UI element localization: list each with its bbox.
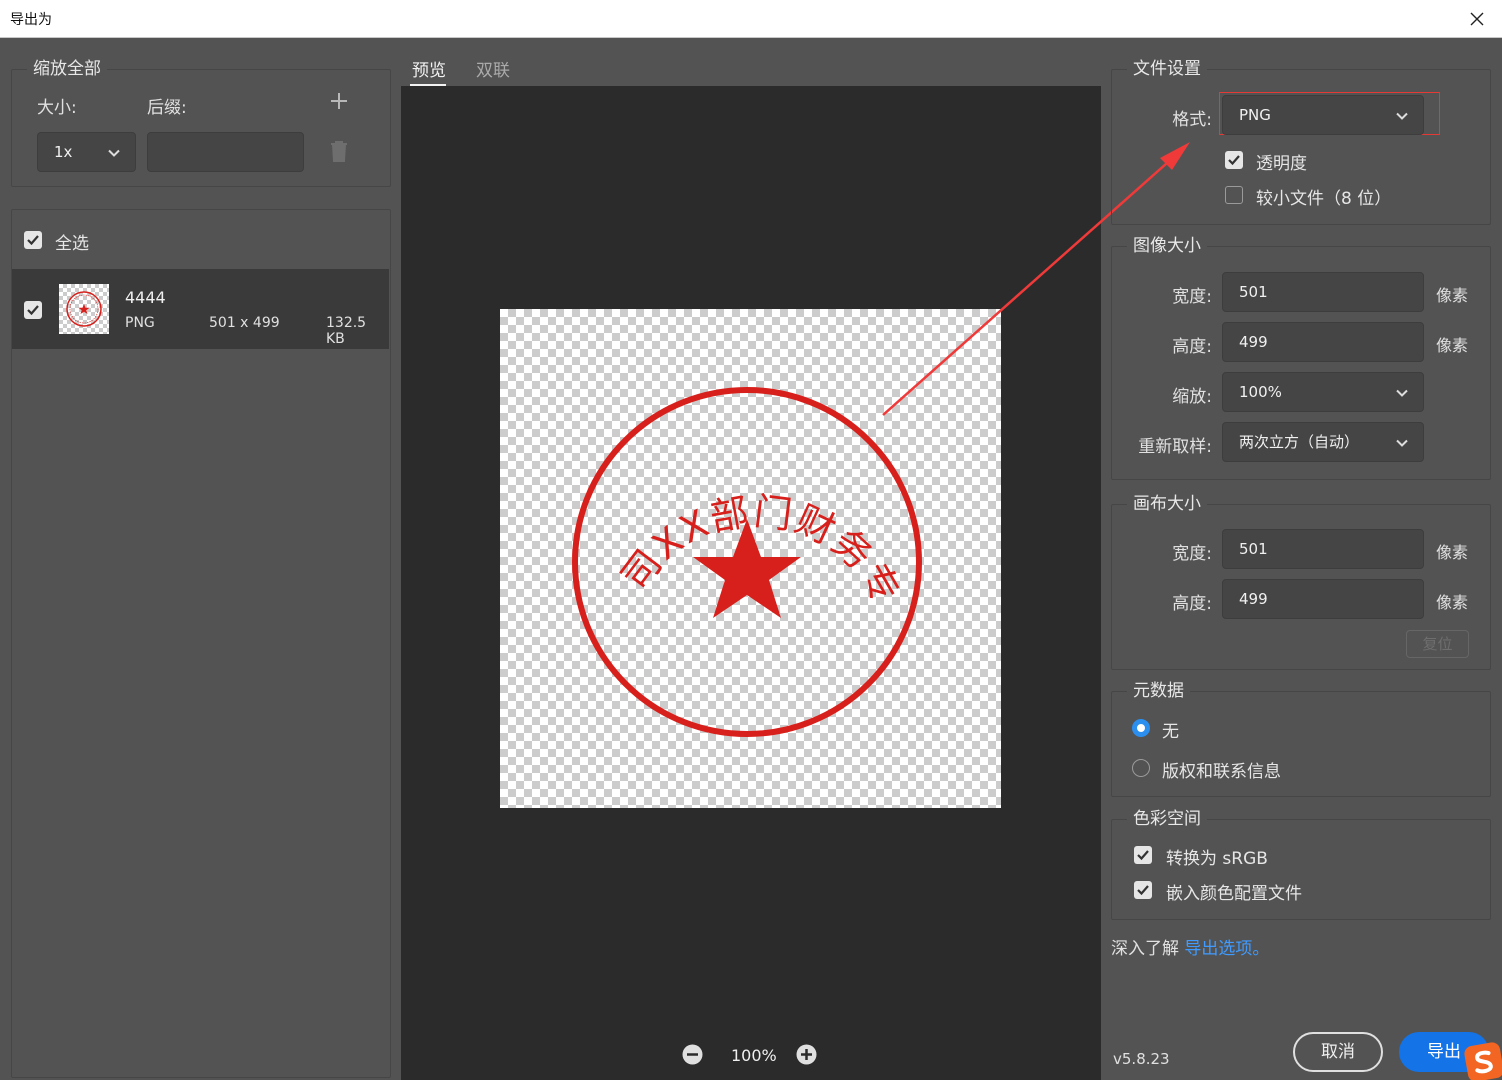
learn-more-text: 深入了解 导出选项。: [1111, 934, 1269, 959]
sogou-logo-icon: [1475, 1050, 1493, 1074]
resample-label: 重新取样:: [1138, 437, 1212, 457]
scale-select[interactable]: 100%: [1222, 372, 1424, 412]
smaller-file-label: 较小文件（8 位）: [1256, 189, 1392, 209]
image-width-input[interactable]: [1222, 272, 1424, 312]
chevron-down-icon: [1396, 389, 1408, 397]
zoom-in-button[interactable]: [796, 1044, 817, 1065]
reset-button[interactable]: 复位: [1406, 630, 1469, 658]
check-icon: [1137, 885, 1149, 896]
learn-more-prefix: 深入了解: [1111, 939, 1179, 959]
metadata-title: 元数据: [1127, 683, 1190, 700]
metadata-copyright-radio[interactable]: [1132, 759, 1150, 777]
canvas-height-label: 高度:: [1172, 594, 1212, 614]
convert-srgb-label: 转换为 sRGB: [1166, 849, 1268, 869]
cancel-label: 取消: [1321, 1042, 1355, 1062]
version-label: v5.8.23: [1113, 1050, 1170, 1068]
convert-srgb-checkbox[interactable]: [1134, 846, 1152, 864]
image-height-label: 高度:: [1172, 337, 1212, 357]
zoom-out-icon: [682, 1044, 703, 1065]
image-width-unit: 像素: [1436, 286, 1469, 305]
zoom-out-button[interactable]: [682, 1044, 703, 1065]
canvas-size-title: 画布大小: [1127, 496, 1207, 513]
scale-value: 100%: [1239, 383, 1282, 401]
metadata-none-radio[interactable]: [1132, 719, 1150, 737]
resample-select[interactable]: 两次立方（自动）: [1222, 422, 1424, 462]
image-size-title: 图像大小: [1127, 238, 1207, 255]
check-icon: [1228, 155, 1240, 166]
color-space-title: 色彩空间: [1127, 811, 1207, 828]
chevron-down-icon: [1396, 112, 1408, 120]
canvas-width-input[interactable]: [1222, 529, 1424, 569]
file-settings-title: 文件设置: [1127, 61, 1207, 78]
format-label: 格式:: [1172, 110, 1212, 130]
image-width-label: 宽度:: [1172, 287, 1212, 307]
metadata-copyright-label: 版权和联系信息: [1162, 762, 1281, 782]
canvas-width-unit: 像素: [1436, 543, 1469, 562]
embed-profile-label: 嵌入颜色配置文件: [1166, 884, 1302, 904]
canvas-height-unit: 像素: [1436, 593, 1469, 612]
zoom-level: 100%: [731, 1046, 777, 1065]
transparency-label: 透明度: [1256, 154, 1307, 174]
canvas-width-label: 宽度:: [1172, 544, 1212, 564]
zoom-in-icon: [796, 1044, 817, 1065]
embed-profile-checkbox[interactable]: [1134, 881, 1152, 899]
transparency-checkbox[interactable]: [1225, 151, 1243, 169]
metadata-none-label: 无: [1162, 722, 1179, 742]
export-options-link[interactable]: 导出选项。: [1184, 939, 1269, 959]
image-height-input[interactable]: [1222, 322, 1424, 362]
input-method-logo: [1463, 1041, 1502, 1080]
reset-label: 复位: [1422, 635, 1453, 653]
format-select[interactable]: PNG: [1222, 95, 1424, 135]
scale-label: 缩放:: [1172, 387, 1212, 407]
canvas-height-input[interactable]: [1222, 579, 1424, 619]
format-value: PNG: [1239, 106, 1271, 124]
smaller-file-checkbox[interactable]: [1225, 186, 1243, 204]
chevron-down-icon: [1396, 439, 1408, 447]
resample-value: 两次立方（自动）: [1239, 433, 1360, 451]
export-label: 导出: [1427, 1042, 1461, 1062]
check-icon: [1137, 850, 1149, 861]
image-height-unit: 像素: [1436, 336, 1469, 355]
cancel-button[interactable]: 取消: [1293, 1032, 1383, 1072]
color-space-group: [1111, 819, 1491, 920]
